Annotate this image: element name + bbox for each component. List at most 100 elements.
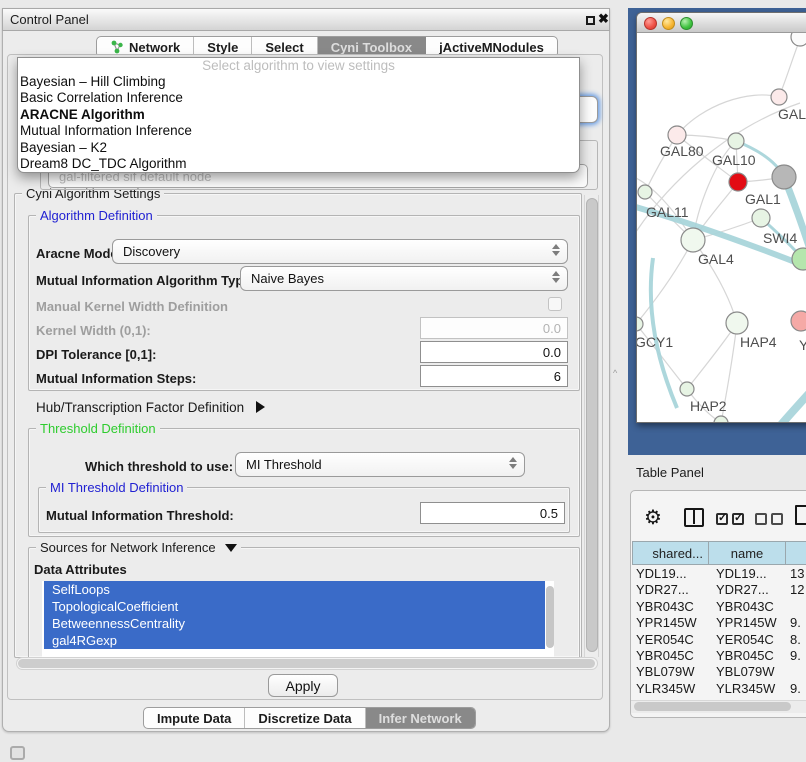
- aracne-mode-label: Aracne Mode:: [36, 246, 122, 261]
- node-hap4[interactable]: [726, 312, 748, 334]
- table-row[interactable]: YPR145WYPR145W9.: [632, 615, 806, 631]
- select-all-checkbox-icon[interactable]: [716, 513, 728, 525]
- minimize-traffic-icon[interactable]: [662, 17, 675, 30]
- node-red-highlight[interactable]: [729, 173, 747, 191]
- node-gray[interactable]: [772, 165, 796, 189]
- close-traffic-icon[interactable]: [644, 17, 657, 30]
- node-gal80[interactable]: [668, 126, 686, 144]
- table-row[interactable]: YBL079WYBL079W: [632, 664, 806, 680]
- algorithm-dropdown-list: Select algorithm to view settings Bayesi…: [17, 57, 580, 173]
- network-window-titlebar: [637, 13, 806, 33]
- node-unlabeled[interactable]: [791, 33, 806, 46]
- hub-definition-toggle[interactable]: Hub/Transcription Factor Definition: [36, 400, 265, 415]
- network-icon: [110, 40, 124, 54]
- attribute-item-selected[interactable]: gal4RGexp: [44, 632, 545, 649]
- minimized-panel-icon[interactable]: [10, 746, 25, 760]
- deselect-all-checkbox-icon[interactable]: [755, 513, 767, 525]
- table-row[interactable]: YBR043CYBR043C: [632, 599, 806, 615]
- deselect-all-checkbox-icon[interactable]: [771, 513, 783, 525]
- close-icon[interactable]: ✖: [598, 11, 609, 27]
- sources-toggle[interactable]: Sources for Network Inference: [36, 540, 241, 555]
- node-bottom[interactable]: [714, 416, 728, 423]
- settings-hscrollbar[interactable]: [18, 659, 595, 668]
- mi-algorithm-type-combo[interactable]: Naive Bayes: [240, 266, 568, 291]
- list-scrollbar[interactable]: [546, 586, 554, 648]
- column-header-clipped[interactable]: [786, 541, 806, 565]
- algorithm-option[interactable]: Bayesian – Hill Climbing: [18, 74, 579, 90]
- which-threshold-label: Which threshold to use:: [85, 459, 233, 474]
- dpi-tolerance-label: DPI Tolerance [0,1]:: [36, 347, 156, 362]
- node-salmon[interactable]: [791, 311, 806, 331]
- network-canvas[interactable]: GAL GAL80 GAL10 GAL1 GAL11 SWI4 GAL4 GCY…: [637, 33, 806, 423]
- algorithm-option-selected[interactable]: ARACNE Algorithm: [18, 107, 579, 123]
- tab-infer-network[interactable]: Infer Network: [366, 708, 475, 728]
- screen: Control Panel ✖ Network Style Select Cyn…: [0, 0, 806, 762]
- cyni-bottom-tabbar: Impute Data Discretize Data Infer Networ…: [143, 707, 476, 729]
- settings-scrollbar[interactable]: [586, 198, 598, 652]
- mi-steps-label: Mutual Information Steps:: [36, 371, 196, 386]
- table-row[interactable]: YBR045CYBR045C9.: [632, 648, 806, 664]
- data-attributes-list: SelfLoops TopologicalCoefficient Between…: [42, 581, 554, 657]
- expand-arrow-icon: [256, 401, 265, 413]
- export-table-icon[interactable]: [795, 505, 806, 525]
- table-hscrollbar[interactable]: [634, 702, 791, 711]
- table-row[interactable]: YLR345WYLR345W9.: [632, 681, 806, 697]
- collapse-arrow-icon: [225, 544, 237, 552]
- attribute-item-selected[interactable]: TopologicalCoefficient: [44, 598, 545, 615]
- dpi-tolerance-field[interactable]: [420, 341, 568, 363]
- node-label: GAL: [778, 106, 806, 122]
- aracne-mode-combo[interactable]: Discovery: [112, 239, 568, 264]
- group-title: Algorithm Definition: [36, 208, 157, 223]
- float-window-icon[interactable]: [586, 16, 595, 25]
- table-row[interactable]: YDR27...YDR27...12: [632, 582, 806, 598]
- data-attributes-label: Data Attributes: [34, 562, 127, 577]
- which-threshold-combo[interactable]: MI Threshold: [235, 452, 525, 477]
- node-gcy1[interactable]: [637, 317, 643, 331]
- node-gal10[interactable]: [728, 133, 744, 149]
- manual-kernel-width-label: Manual Kernel Width Definition: [36, 299, 228, 314]
- table-rows: YDL19...YDL19...13 YDR27...YDR27...12 YB…: [632, 566, 806, 700]
- group-title: MI Threshold Definition: [46, 480, 187, 495]
- algorithm-option[interactable]: Mutual Information Inference: [18, 123, 579, 139]
- group-title: Threshold Definition: [36, 421, 160, 436]
- network-graph: GAL GAL80 GAL10 GAL1 GAL11 SWI4 GAL4 GCY…: [637, 33, 806, 423]
- algorithm-option[interactable]: Bayesian – K2: [18, 140, 579, 156]
- algorithm-option[interactable]: Basic Correlation Inference: [18, 90, 579, 106]
- node-gal11[interactable]: [638, 185, 652, 199]
- column-header-shared-name[interactable]: shared...: [632, 541, 709, 565]
- kernel-width-label: Kernel Width (0,1):: [36, 323, 151, 338]
- columns-icon[interactable]: [684, 508, 704, 527]
- table-header-row: shared... name: [632, 541, 806, 565]
- tab-discretize-data[interactable]: Discretize Data: [245, 708, 365, 728]
- control-panel-titlebar: [2, 8, 610, 31]
- table-row[interactable]: YDL19...YDL19...13: [632, 566, 806, 582]
- node-gal4[interactable]: [681, 228, 705, 252]
- node-label: GAL80: [660, 143, 704, 159]
- mi-threshold-field[interactable]: [420, 502, 565, 524]
- tab-impute-data[interactable]: Impute Data: [144, 708, 245, 728]
- panel-title: Control Panel: [10, 12, 89, 27]
- stepper-icon: [551, 244, 560, 256]
- gear-icon[interactable]: ⚙: [644, 505, 662, 530]
- node-label: SWI4: [763, 230, 797, 246]
- node-hap2[interactable]: [680, 382, 694, 396]
- mi-steps-field[interactable]: [420, 365, 568, 387]
- manual-kernel-width-checkbox[interactable]: [548, 297, 562, 311]
- node-label: GCY1: [637, 334, 673, 350]
- attribute-item-selected[interactable]: SelfLoops: [44, 581, 545, 598]
- node-label: GAL1: [745, 191, 781, 207]
- stepper-icon: [551, 271, 560, 283]
- mi-algorithm-type-label: Mutual Information Algorithm Type:: [36, 273, 255, 288]
- dropdown-placeholder: Select algorithm to view settings: [18, 58, 579, 74]
- node-gal1[interactable]: [752, 209, 770, 227]
- node-gal[interactable]: [771, 89, 787, 105]
- divider-arrow-icon[interactable]: ^: [613, 368, 617, 378]
- zoom-traffic-icon[interactable]: [680, 17, 693, 30]
- table-row[interactable]: YER054CYER054C8.: [632, 632, 806, 648]
- kernel-width-field[interactable]: [420, 317, 568, 339]
- select-all-checkbox-icon[interactable]: [732, 513, 744, 525]
- algorithm-option[interactable]: Dream8 DC_TDC Algorithm: [18, 156, 579, 172]
- apply-button[interactable]: Apply: [268, 674, 338, 697]
- attribute-item-selected[interactable]: BetweennessCentrality: [44, 615, 545, 632]
- column-header-name[interactable]: name: [709, 541, 786, 565]
